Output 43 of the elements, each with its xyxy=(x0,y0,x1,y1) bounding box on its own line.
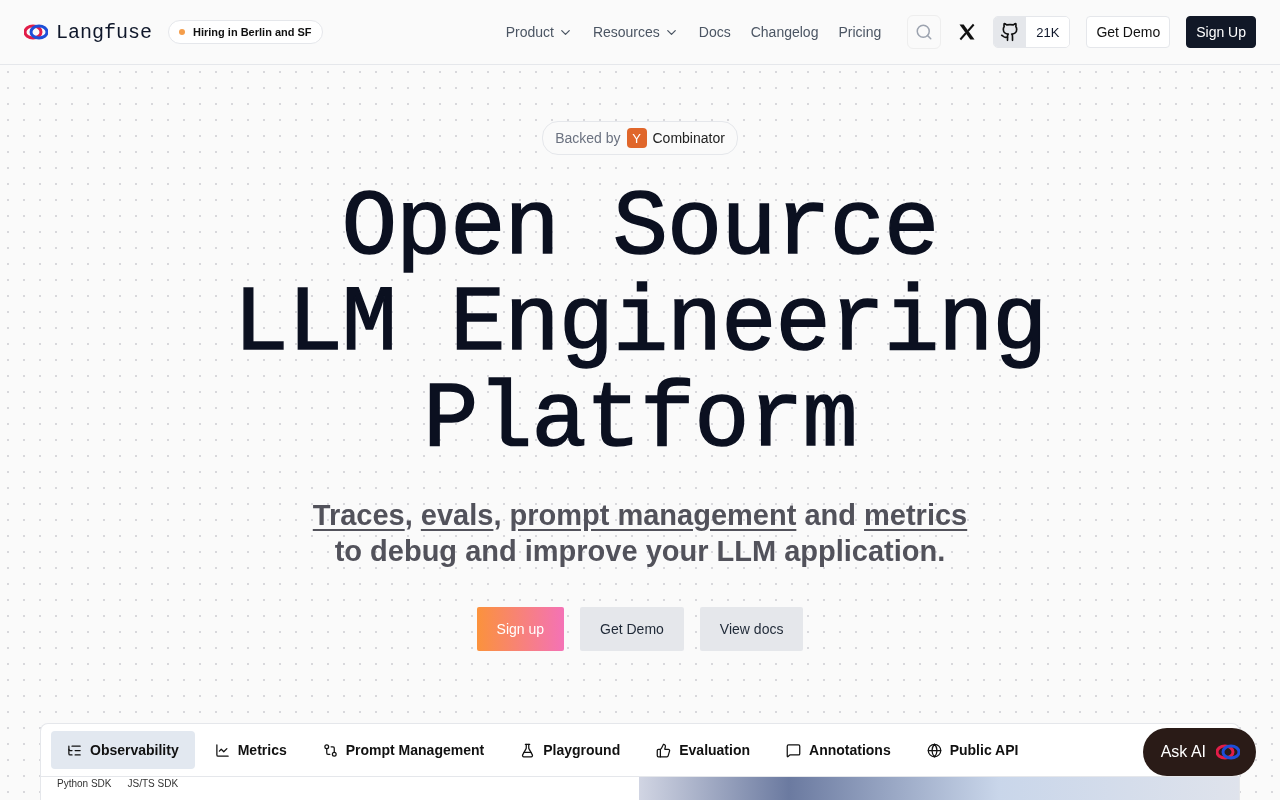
sdk-tab[interactable]: Python SDK xyxy=(57,778,112,799)
feature-tab[interactable]: Playground xyxy=(504,731,637,769)
branch-icon xyxy=(322,742,338,758)
nav-link[interactable]: Resources xyxy=(592,24,679,40)
nav-link[interactable]: Docs xyxy=(698,24,731,40)
backed-by-badge[interactable]: Backed by Y Combinator xyxy=(542,121,738,155)
subtitle-link[interactable]: prompt management xyxy=(509,499,797,531)
nav-link[interactable]: Changelog xyxy=(750,24,819,40)
list-icon xyxy=(67,742,82,758)
status-dot-icon xyxy=(179,29,185,35)
thumbs-up-icon xyxy=(656,742,672,758)
y-logo: Y xyxy=(626,128,647,148)
github-stars-button[interactable]: 21K xyxy=(993,16,1071,48)
feature-tab[interactable]: Prompt Management xyxy=(306,731,501,769)
flask-icon xyxy=(520,742,536,758)
subtitle-link[interactable]: Traces xyxy=(312,499,405,531)
logo-icon xyxy=(24,24,48,40)
sign-up-button[interactable]: Sign Up xyxy=(1186,16,1256,48)
ask-ai-button[interactable]: Ask AI xyxy=(1142,728,1256,776)
search-icon xyxy=(915,23,934,41)
hero-title: Open Source LLM Engineering Platform xyxy=(233,181,1047,469)
hero-button[interactable]: Get Demo xyxy=(580,607,684,651)
backed-by-label: Backed by xyxy=(555,130,621,146)
feature-tab[interactable]: Annotations xyxy=(770,731,907,769)
logo-icon xyxy=(1216,744,1240,760)
backer-name: Combinator xyxy=(652,130,725,146)
nav-link[interactable]: Pricing xyxy=(838,24,882,40)
subtitle-link[interactable]: evals xyxy=(420,499,494,531)
brand-name[interactable]: Langfuse xyxy=(56,20,152,44)
feature-tab[interactable]: Observability xyxy=(51,731,195,769)
globe-icon xyxy=(926,742,942,758)
speech-bubble-icon xyxy=(786,742,801,758)
hiring-badge[interactable]: Hiring in Berlin and SF xyxy=(168,20,323,44)
feature-tab[interactable]: Metrics xyxy=(198,731,303,769)
subtitle-link[interactable]: metrics xyxy=(864,499,968,531)
line-chart-icon xyxy=(214,742,230,758)
feature-tab[interactable]: Evaluation xyxy=(640,731,766,769)
sdk-tab[interactable]: JS/TS SDK xyxy=(127,778,179,799)
hero-button[interactable]: View docs xyxy=(699,607,804,651)
nav-link[interactable]: Product xyxy=(505,24,573,40)
hero-subtitle: Traces, evals, prompt management and metrics to debug and improve your LLM application. xyxy=(312,498,968,569)
feature-tab[interactable]: Public API xyxy=(910,731,1035,769)
get-demo-button[interactable]: Get Demo xyxy=(1086,16,1171,48)
